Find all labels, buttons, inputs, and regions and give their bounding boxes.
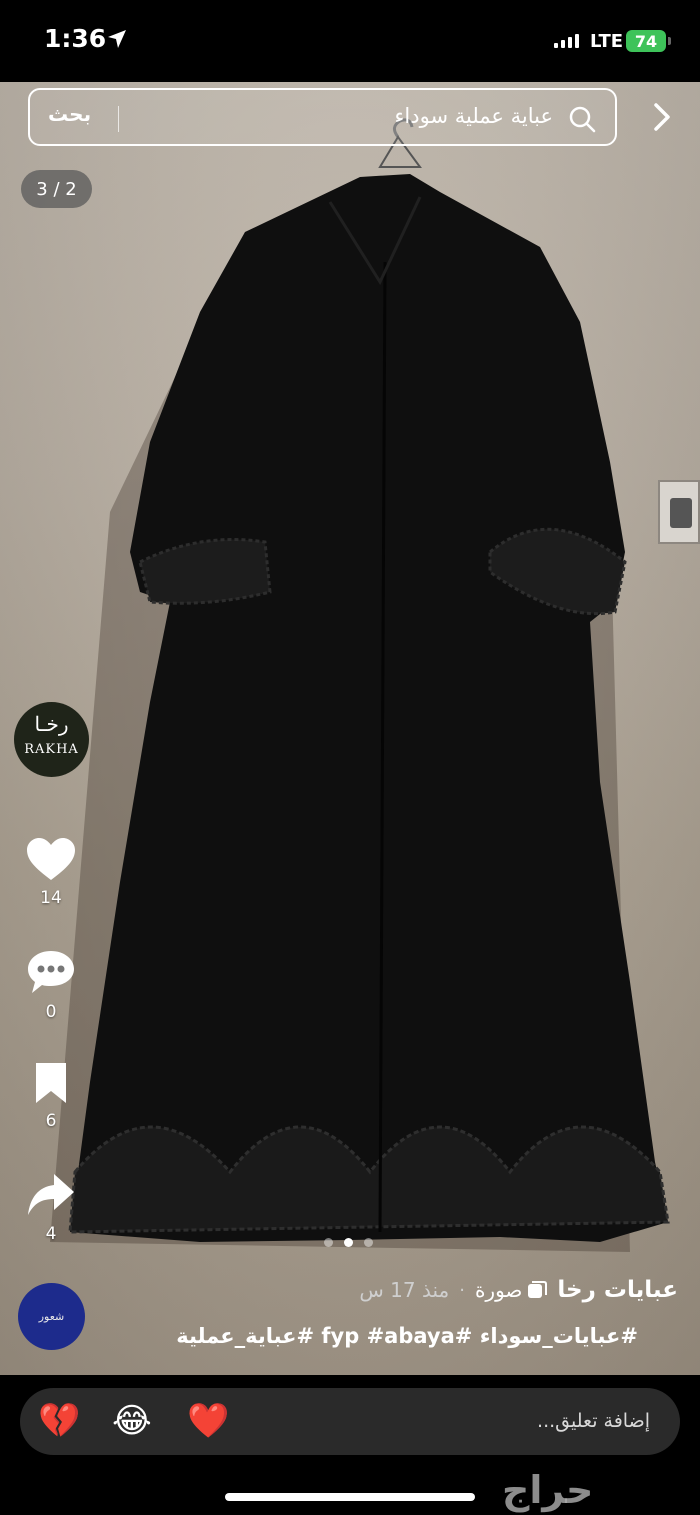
heart-emoji-icon[interactable]: ❤️	[187, 1400, 229, 1442]
heart-icon	[27, 838, 75, 880]
laughing-emoji-icon[interactable]: 😂	[112, 1400, 152, 1442]
shop-avatar-arabic: رخـا	[34, 712, 69, 736]
home-indicator	[225, 1493, 475, 1501]
share-count: 4	[45, 1224, 57, 1244]
status-time: 1:36	[44, 24, 107, 53]
shop-avatar[interactable]: رخـا RAKHA	[14, 702, 89, 777]
post-meta: عبايات رخا صورة · منذ 17 س	[359, 1277, 678, 1303]
like-button[interactable]: 14	[16, 836, 86, 908]
post-hashtags[interactable]: #عبايات_سوداء #fyp #abaya #عباية_عملية	[176, 1324, 638, 1348]
search-divider	[118, 106, 119, 132]
comment-input[interactable]: إضافة تعليق...	[537, 1410, 650, 1432]
post-photo[interactable]	[0, 82, 700, 1375]
bookmark-icon	[36, 1063, 66, 1103]
author-name[interactable]: عبايات رخا	[557, 1277, 678, 1303]
like-count: 14	[40, 888, 62, 908]
save-count: 6	[45, 1111, 57, 1131]
status-bar: 1:36 LTE 74	[0, 0, 700, 82]
share-button[interactable]: 4	[16, 1172, 86, 1244]
battery-level: 74	[634, 31, 658, 51]
search-bar[interactable]: بحث عباية عملية سوداء	[28, 88, 617, 146]
meta-separator: ·	[459, 1279, 465, 1301]
shop-avatar-latin: RAKHA	[24, 742, 79, 757]
abaya-image	[50, 118, 670, 1252]
user-avatar-text: شعور	[38, 1310, 65, 1323]
post-type-label: صورة	[474, 1278, 523, 1302]
post-type: صورة	[474, 1278, 548, 1302]
search-input[interactable]: عباية عملية سوداء	[395, 104, 553, 128]
pagination-dot[interactable]	[364, 1238, 373, 1247]
comment-count: 0	[45, 1002, 57, 1022]
save-button[interactable]: 6	[16, 1061, 86, 1131]
photo-stack-icon	[528, 1281, 548, 1298]
search-icon	[569, 106, 596, 133]
pagination-dot-active[interactable]	[344, 1238, 353, 1247]
post-time: منذ 17 س	[359, 1278, 450, 1302]
network-type: LTE	[590, 31, 624, 52]
comment-bubble-icon	[28, 951, 74, 993]
comment-box[interactable]: 💔 😂 ❤️ إضافة تعليق...	[20, 1388, 680, 1455]
pagination-dots	[324, 1238, 373, 1247]
location-arrow-icon	[108, 30, 126, 48]
battery-indicator: 74	[626, 30, 671, 52]
haraj-watermark: حراج	[502, 1468, 594, 1512]
comment-button[interactable]: 0	[16, 948, 86, 1022]
signal-icon	[554, 32, 579, 48]
pagination-dot[interactable]	[324, 1238, 333, 1247]
user-avatar[interactable]: شعور	[18, 1283, 85, 1350]
share-arrow-icon	[28, 1174, 74, 1215]
chevron-right-icon[interactable]	[648, 100, 676, 134]
broken-heart-emoji-icon[interactable]: 💔	[38, 1400, 80, 1442]
image-counter: 3 / 2	[21, 170, 92, 208]
search-button[interactable]: بحث	[48, 102, 91, 126]
